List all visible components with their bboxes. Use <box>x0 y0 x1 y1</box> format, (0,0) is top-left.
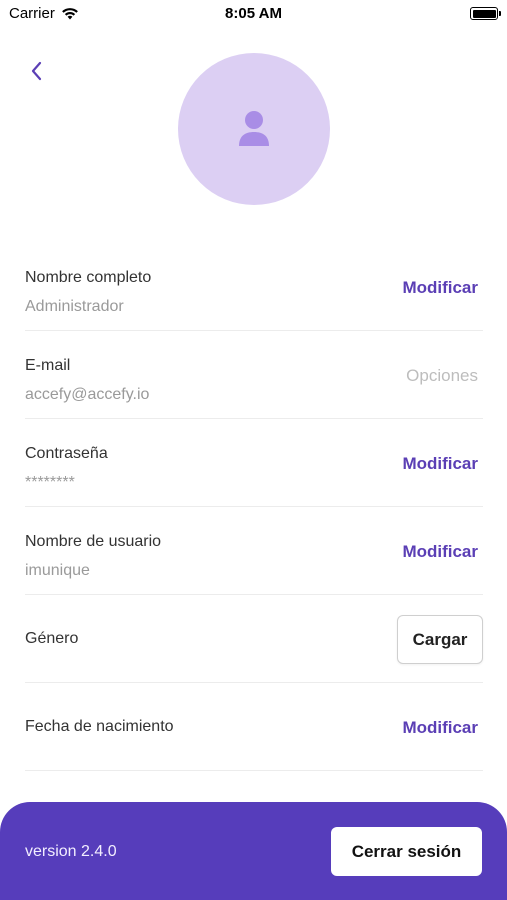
email-options-button[interactable]: Opciones <box>406 331 478 421</box>
status-bar: Carrier 8:05 AM <box>0 0 507 28</box>
row-value: imunique <box>25 562 90 579</box>
row-full-name: Nombre completo Administrador Modificar <box>25 243 483 331</box>
row-label: Nombre de usuario <box>25 533 162 550</box>
row-value: ******** <box>25 474 75 491</box>
row-value: accefy@accefy.io <box>25 386 150 403</box>
row-email: E-mail accefy@accefy.io Opciones <box>25 331 483 419</box>
battery-level <box>472 9 496 18</box>
version-label: version 2.4.0 <box>25 843 117 860</box>
chevron-left-icon <box>31 61 42 81</box>
clock: 8:05 AM <box>225 5 282 22</box>
avatar[interactable] <box>178 53 330 205</box>
upload-gender-button[interactable]: Cargar <box>397 615 483 664</box>
row-label: Fecha de nacimiento <box>25 718 174 735</box>
row-label: Género <box>25 630 79 647</box>
row-value: Administrador <box>25 298 124 315</box>
logout-button[interactable]: Cerrar sesión <box>331 827 482 876</box>
footer: version 2.4.0 Cerrar sesión <box>0 802 507 900</box>
person-icon <box>239 111 269 146</box>
modify-password-button[interactable]: Modificar <box>402 419 478 509</box>
row-label: E-mail <box>25 357 71 374</box>
settings-list: Nombre completo Administrador Modificar … <box>25 243 483 771</box>
battery-icon <box>470 7 501 20</box>
row-label: Nombre completo <box>25 269 152 286</box>
row-password: Contraseña ******** Modificar <box>25 419 483 507</box>
row-username: Nombre de usuario imunique Modificar <box>25 507 483 595</box>
modify-username-button[interactable]: Modificar <box>402 507 478 597</box>
row-label: Contraseña <box>25 445 108 462</box>
row-birthdate: Fecha de nacimiento Modificar <box>25 683 483 771</box>
modify-birthdate-button[interactable]: Modificar <box>402 683 478 773</box>
modify-full-name-button[interactable]: Modificar <box>402 243 478 333</box>
back-button[interactable] <box>22 56 50 86</box>
row-gender: Género Cargar <box>25 595 483 683</box>
